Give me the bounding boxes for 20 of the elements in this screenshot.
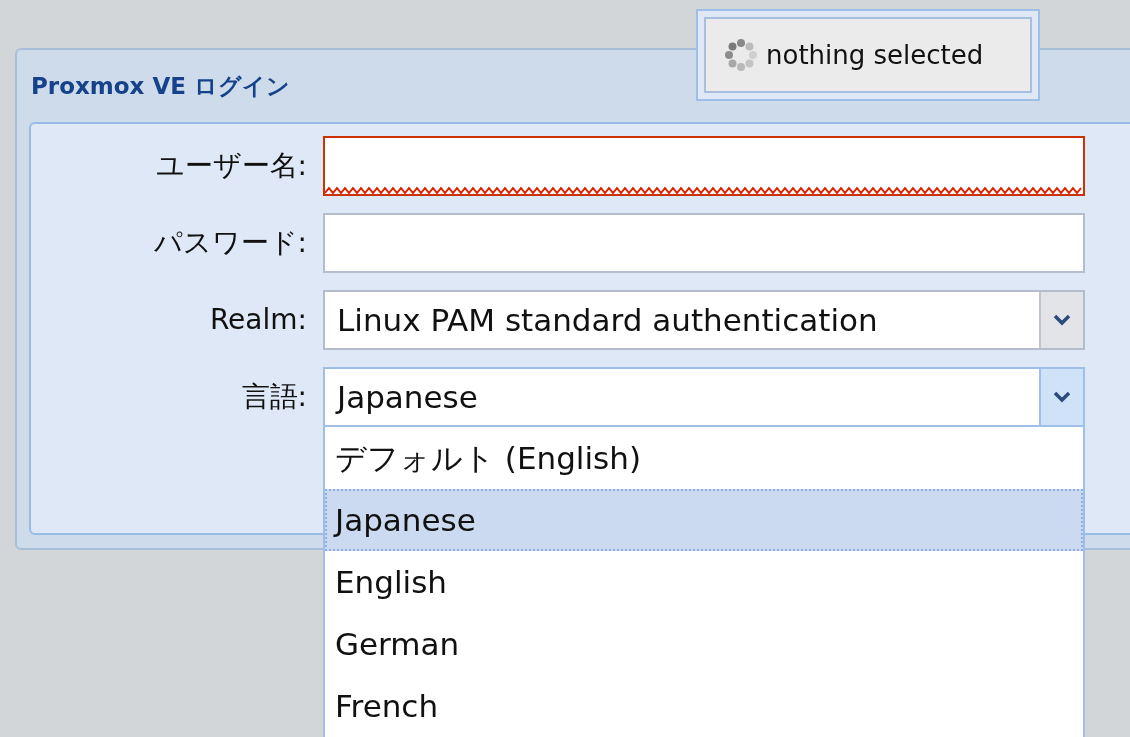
dropdown-field[interactable]: Japanese — [323, 367, 1085, 427]
password-field[interactable] — [323, 213, 1085, 273]
dropdown-option[interactable]: French — [325, 675, 1083, 737]
spinner-icon — [724, 38, 758, 72]
chevron-down-icon — [1053, 314, 1071, 326]
field-label: 言語: — [240, 379, 308, 415]
field-label: パスワード: — [152, 225, 308, 261]
dropdown-trigger[interactable] — [1039, 369, 1083, 425]
toast-text: nothing selected — [766, 38, 984, 72]
dropdown-option[interactable]: English — [325, 551, 1083, 613]
username-field[interactable] — [323, 136, 1085, 196]
dropdown-option[interactable]: デフォルト (English) — [325, 427, 1083, 489]
dropdown-trigger[interactable] — [1039, 292, 1083, 348]
field-label: ユーザー名: — [154, 148, 308, 184]
dropdown-field[interactable]: Linux PAM standard authentication — [323, 290, 1085, 350]
chevron-down-icon — [1053, 391, 1071, 403]
dropdown-option[interactable]: German — [325, 613, 1083, 675]
window-title: Proxmox VE ログイン — [31, 71, 290, 101]
dropdown-option[interactable]: Japanese — [325, 489, 1083, 551]
field-label: Realm: — [208, 302, 308, 338]
